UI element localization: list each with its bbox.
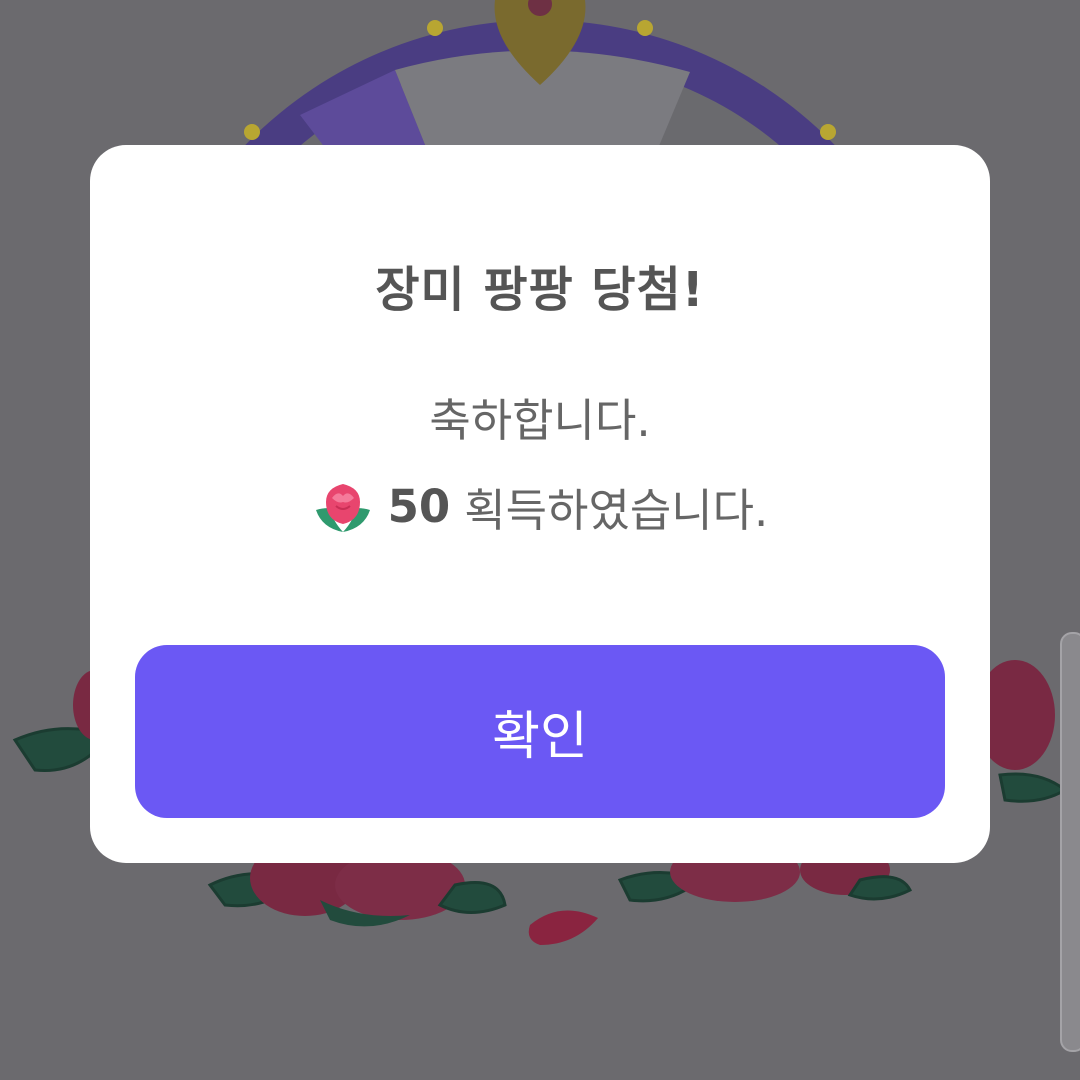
congrats-text: 축하합니다.: [429, 394, 651, 447]
reward-suffix: 획득하였습니다.: [464, 484, 769, 537]
wheel-bulb: [820, 124, 836, 140]
rose-icon: [315, 483, 370, 532]
wheel-bulb: [244, 124, 260, 140]
side-scroll-tab[interactable]: [1060, 632, 1080, 1052]
wheel-bulb: [637, 20, 653, 36]
reward-amount: 50: [387, 480, 451, 533]
confirm-button[interactable]: 확인: [135, 645, 945, 818]
rose-petal: [528, 910, 598, 945]
screen: 장미 팡팡 당첨! 축하합니다. 50 획득하였습니다. 확인: [0, 0, 1080, 1080]
reward-line: 50 획득하였습니다.: [0, 474, 1080, 539]
wheel-bulb: [427, 20, 443, 36]
dialog-title: 장미 팡팡 당첨!: [375, 262, 705, 318]
